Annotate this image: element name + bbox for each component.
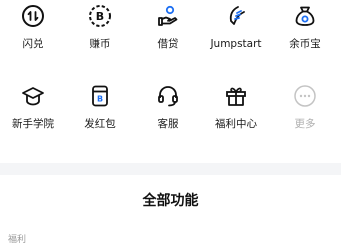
svg-text:B: B — [97, 95, 103, 104]
section-divider — [0, 163, 341, 175]
money-bag-icon — [295, 6, 315, 26]
shortcut-earn[interactable]: B 赚币 — [67, 0, 133, 60]
shortcut-more[interactable]: 更多 — [272, 80, 338, 140]
shortcut-row-1: 闪兑 B 赚币 借贷 Jumpstart 余币宝 — [0, 0, 341, 60]
shortcut-rewards[interactable]: 福利中心 — [203, 80, 269, 140]
category-label: 福利 — [8, 235, 27, 245]
headset-icon — [158, 86, 178, 107]
shortcut-label: 更多 — [294, 118, 316, 130]
shortcut-label: 赚币 — [89, 38, 111, 50]
shortcut-label: 客服 — [157, 118, 179, 130]
shortcut-row-2: 新手学院 B 发红包 客服 福利中心 更多 — [0, 80, 341, 140]
all-features-title: 全部功能 — [142, 193, 199, 209]
shortcut-loan[interactable]: 借贷 — [135, 0, 201, 60]
shortcut-academy[interactable]: 新手学院 — [0, 80, 66, 140]
red-packet-icon: B — [92, 85, 108, 107]
shortcut-label: 余币宝 — [289, 38, 321, 50]
shortcut-red-packet[interactable]: B 发红包 — [67, 80, 133, 140]
graduation-cap-icon — [22, 87, 44, 106]
shortcut-label: 闪兑 — [22, 38, 44, 50]
shortcut-savings[interactable]: 余币宝 — [272, 0, 338, 60]
rocket-flame-icon — [229, 6, 245, 25]
shortcut-label: 发红包 — [84, 118, 116, 130]
shortcut-swap[interactable]: 闪兑 — [0, 0, 66, 60]
more-circle-icon — [294, 85, 316, 107]
shortcut-label: Jumpstart — [210, 38, 262, 50]
shortcut-support[interactable]: 客服 — [135, 80, 201, 140]
shortcut-label: 福利中心 — [215, 118, 257, 130]
shortcut-label: 借贷 — [157, 38, 179, 50]
svg-text:B: B — [96, 10, 104, 23]
swap-circle-icon — [22, 5, 44, 27]
coin-hand-icon — [158, 5, 178, 26]
gift-icon — [226, 87, 246, 106]
shortcut-label: 新手学院 — [12, 118, 54, 130]
shortcut-jumpstart[interactable]: Jumpstart — [203, 0, 269, 60]
bitcoin-dashed-circle-icon: B — [89, 5, 111, 27]
